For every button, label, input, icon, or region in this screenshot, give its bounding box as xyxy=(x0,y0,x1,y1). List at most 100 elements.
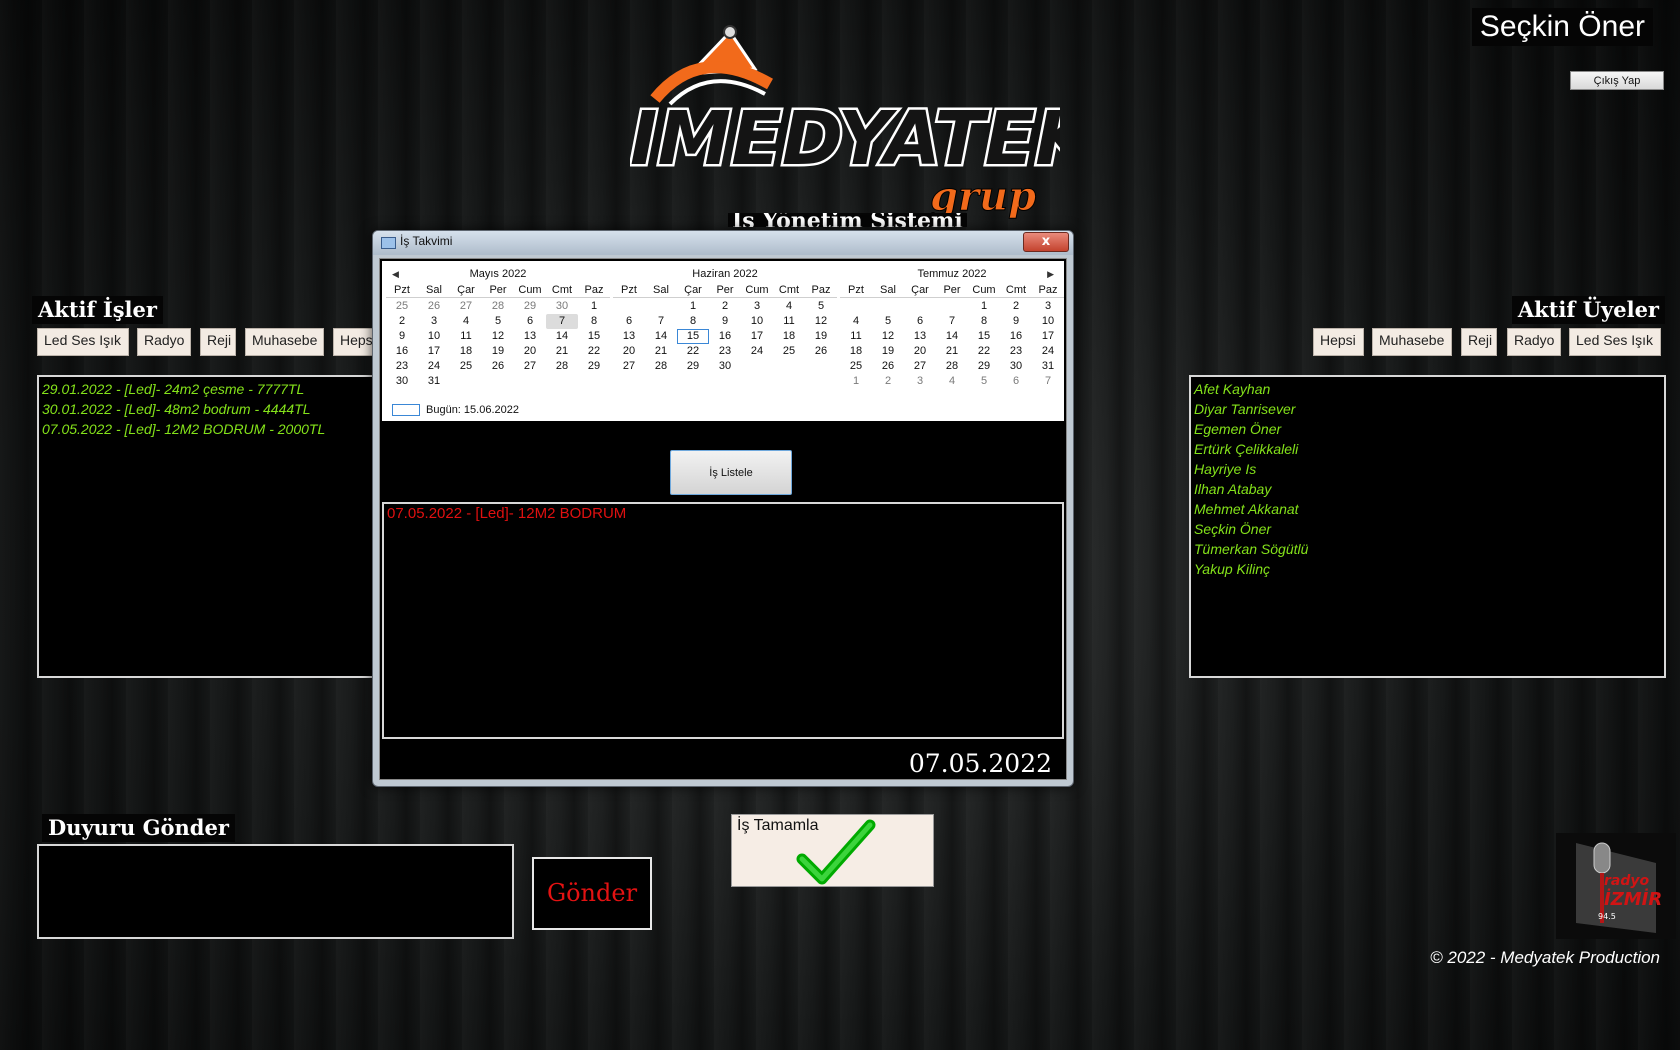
member-item[interactable]: Ertürk Çelikkaleli xyxy=(1191,439,1664,459)
day-cell[interactable]: 8 xyxy=(677,314,709,329)
day-cell[interactable]: 24 xyxy=(741,344,773,359)
dialog-titlebar[interactable]: İş Takvimi x xyxy=(373,231,1073,255)
complete-job-button[interactable]: İş Tamamla xyxy=(731,814,934,887)
job-item[interactable]: 30.01.2022 - [Led]- 48m2 bodrum - 4444TL xyxy=(39,399,375,419)
close-button[interactable]: x xyxy=(1023,232,1069,252)
member-filter-muhasebe[interactable]: Muhasebe xyxy=(1372,328,1452,356)
day-cell[interactable]: 17 xyxy=(741,329,773,344)
day-cell[interactable]: 21 xyxy=(936,344,968,359)
member-filter-reji[interactable]: Reji xyxy=(1461,328,1497,356)
day-cell[interactable]: 26 xyxy=(872,359,904,374)
day-cell[interactable]: 1 xyxy=(578,299,610,314)
day-cell[interactable]: 1 xyxy=(968,299,1000,314)
logout-button[interactable]: Çıkış Yap xyxy=(1570,71,1664,90)
day-cell[interactable]: 2 xyxy=(386,314,418,329)
day-cell[interactable]: 13 xyxy=(514,329,546,344)
day-cell[interactable]: 16 xyxy=(709,329,741,344)
month-title[interactable]: Mayıs 2022 xyxy=(386,261,610,281)
day-cell[interactable]: 29 xyxy=(514,299,546,314)
member-filter-hepsi[interactable]: Hepsi xyxy=(1313,328,1364,356)
filter-reji[interactable]: Reji xyxy=(200,328,236,356)
day-cell[interactable]: 17 xyxy=(418,344,450,359)
day-cell[interactable]: 30 xyxy=(546,299,578,314)
member-item[interactable]: Yakup Kilinç xyxy=(1191,559,1664,579)
filter-radyo[interactable]: Radyo xyxy=(137,328,191,356)
day-cell[interactable]: 25 xyxy=(450,359,482,374)
day-cell[interactable]: 7 xyxy=(936,314,968,329)
day-cell[interactable]: 18 xyxy=(773,329,805,344)
day-cell[interactable]: 29 xyxy=(968,359,1000,374)
job-results-list[interactable]: 07.05.2022 - [Led]- 12M2 BODRUM xyxy=(382,502,1064,739)
day-cell[interactable]: 27 xyxy=(904,359,936,374)
day-cell[interactable]: 5 xyxy=(872,314,904,329)
day-cell[interactable]: 31 xyxy=(418,374,450,389)
day-cell[interactable]: 29 xyxy=(578,359,610,374)
day-cell[interactable]: 11 xyxy=(450,329,482,344)
day-cell[interactable]: 30 xyxy=(709,359,741,374)
day-cell[interactable]: 12 xyxy=(482,329,514,344)
day-cell[interactable]: 28 xyxy=(546,359,578,374)
day-cell[interactable]: 10 xyxy=(1032,314,1064,329)
day-cell[interactable]: 30 xyxy=(1000,359,1032,374)
day-cell[interactable]: 24 xyxy=(1032,344,1064,359)
day-cell[interactable]: 20 xyxy=(514,344,546,359)
day-cell[interactable]: 1 xyxy=(677,299,709,314)
day-cell[interactable]: 27 xyxy=(514,359,546,374)
day-cell[interactable]: 28 xyxy=(482,299,514,314)
day-cell[interactable]: 2 xyxy=(709,299,741,314)
day-cell[interactable]: 3 xyxy=(418,314,450,329)
result-item[interactable]: 07.05.2022 - [Led]- 12M2 BODRUM xyxy=(384,504,1062,524)
send-button[interactable]: Gönder xyxy=(532,857,652,930)
day-cell[interactable]: 25 xyxy=(386,299,418,314)
day-cell[interactable]: 18 xyxy=(450,344,482,359)
active-jobs-list[interactable]: 29.01.2022 - [Led]- 24m2 çesme - 7777TL … xyxy=(37,375,377,678)
member-item[interactable]: Ilhan Atabay xyxy=(1191,479,1664,499)
day-cell[interactable]: 7 xyxy=(645,314,677,329)
day-cell[interactable]: 25 xyxy=(840,359,872,374)
day-cell[interactable]: 3 xyxy=(1032,299,1064,314)
day-cell[interactable]: 13 xyxy=(904,329,936,344)
day-cell[interactable]: 12 xyxy=(872,329,904,344)
day-cell[interactable]: 6 xyxy=(613,314,645,329)
day-cell[interactable]: 23 xyxy=(1000,344,1032,359)
day-cell[interactable]: 28 xyxy=(936,359,968,374)
member-filter-radyo[interactable]: Radyo xyxy=(1507,328,1561,356)
day-cell[interactable]: 9 xyxy=(709,314,741,329)
day-cell[interactable]: 3 xyxy=(741,299,773,314)
month-calendar[interactable]: ◀ ▶ Mayıs 2022 Pzt Sal Çar Per Cum Cmt Paz 25 26 2… xyxy=(382,261,1064,421)
day-cell[interactable]: 19 xyxy=(805,329,837,344)
day-cell[interactable]: 26 xyxy=(418,299,450,314)
day-cell[interactable]: 4 xyxy=(936,374,968,389)
day-cell[interactable]: 16 xyxy=(386,344,418,359)
day-cell[interactable]: 8 xyxy=(578,314,610,329)
day-cell[interactable]: 8 xyxy=(968,314,1000,329)
day-cell[interactable]: 14 xyxy=(546,329,578,344)
day-cell[interactable]: 7 xyxy=(546,314,578,329)
day-cell[interactable]: 3 xyxy=(904,374,936,389)
day-cell[interactable]: 22 xyxy=(968,344,1000,359)
job-item[interactable]: 07.05.2022 - [Led]- 12M2 BODRUM - 2000TL xyxy=(39,419,375,439)
member-item[interactable]: Afet Kayhan xyxy=(1191,379,1664,399)
day-cell[interactable]: 21 xyxy=(546,344,578,359)
day-cell[interactable]: 6 xyxy=(904,314,936,329)
member-item[interactable]: Mehmet Akkanat xyxy=(1191,499,1664,519)
day-cell[interactable]: 15 xyxy=(677,329,709,344)
day-cell[interactable]: 24 xyxy=(418,359,450,374)
day-cell[interactable]: 11 xyxy=(773,314,805,329)
day-cell[interactable]: 20 xyxy=(904,344,936,359)
day-cell[interactable]: 21 xyxy=(645,344,677,359)
day-cell[interactable]: 11 xyxy=(840,329,872,344)
day-cell[interactable]: 2 xyxy=(872,374,904,389)
member-filter-led-ses-isik[interactable]: Led Ses Işık xyxy=(1569,328,1661,356)
day-cell[interactable]: 23 xyxy=(386,359,418,374)
day-cell[interactable]: 7 xyxy=(1032,374,1064,389)
day-cell[interactable]: 22 xyxy=(578,344,610,359)
day-cell[interactable]: 5 xyxy=(968,374,1000,389)
day-cell[interactable]: 31 xyxy=(1032,359,1064,374)
list-jobs-button[interactable]: İş Listele xyxy=(670,450,792,495)
day-cell[interactable]: 9 xyxy=(1000,314,1032,329)
day-cell[interactable]: 10 xyxy=(741,314,773,329)
filter-led-ses-isik[interactable]: Led Ses Işık xyxy=(37,328,129,356)
day-cell[interactable]: 25 xyxy=(773,344,805,359)
day-cell[interactable]: 13 xyxy=(613,329,645,344)
